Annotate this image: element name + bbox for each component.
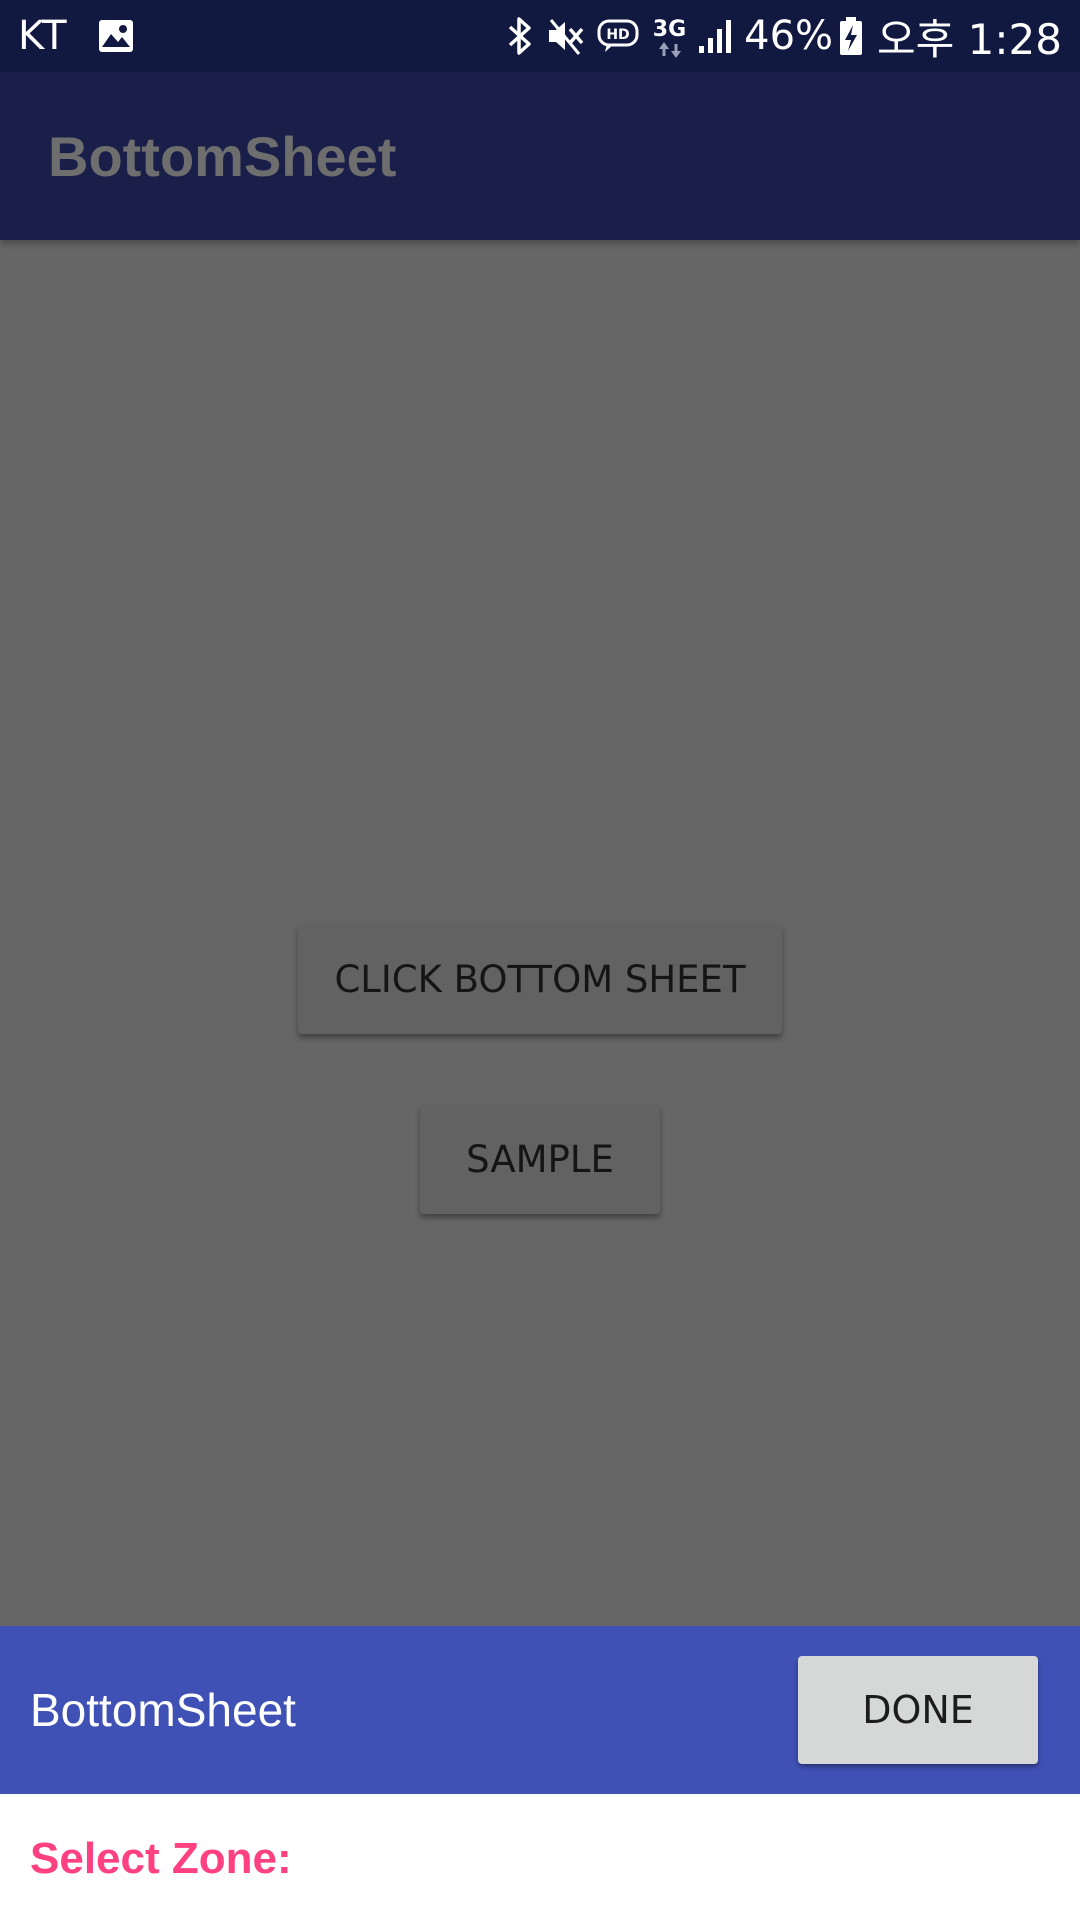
done-button[interactable]: DONE bbox=[798, 1656, 1038, 1764]
status-left: KT bbox=[18, 0, 134, 72]
done-button-label: DONE bbox=[862, 1688, 974, 1732]
status-bar: KT HD 3G 46% 오후 1:28 bbox=[0, 0, 1080, 72]
app-title: BottomSheet bbox=[48, 124, 397, 188]
status-right: HD 3G 46% 오후 1:28 bbox=[495, 0, 1062, 72]
battery-charging-icon bbox=[839, 16, 863, 56]
status-time: 오후 1:28 bbox=[877, 14, 1062, 64]
bottom-sheet-header: BottomSheet DONE bbox=[0, 1626, 1080, 1794]
battery-percent: 46% bbox=[744, 13, 834, 59]
network-arrows-icon bbox=[658, 42, 682, 58]
screen: KT HD 3G 46% 오후 1:28 BottomSheet CLICK B… bbox=[0, 0, 1080, 1920]
network-type-label: 3G bbox=[652, 17, 687, 42]
click-bottom-sheet-button-label: CLICK BOTTOM SHEET bbox=[334, 957, 746, 1001]
app-bar: BottomSheet bbox=[0, 72, 1080, 240]
sample-button-label: SAMPLE bbox=[466, 1137, 614, 1181]
hd-voice-icon: HD bbox=[597, 18, 639, 54]
bottom-sheet-body: Select Zone: bbox=[0, 1794, 1080, 1920]
mute-icon bbox=[545, 16, 585, 56]
bottom-sheet-title: BottomSheet bbox=[30, 1684, 296, 1736]
carrier-label: KT bbox=[18, 13, 68, 59]
svg-text:HD: HD bbox=[606, 27, 629, 43]
signal-icon bbox=[698, 18, 734, 54]
bluetooth-icon bbox=[507, 16, 533, 56]
image-icon bbox=[98, 18, 134, 54]
sample-button[interactable]: SAMPLE bbox=[420, 1104, 660, 1214]
select-zone-label: Select Zone: bbox=[30, 1834, 292, 1883]
click-bottom-sheet-button[interactable]: CLICK BOTTOM SHEET bbox=[298, 924, 782, 1034]
